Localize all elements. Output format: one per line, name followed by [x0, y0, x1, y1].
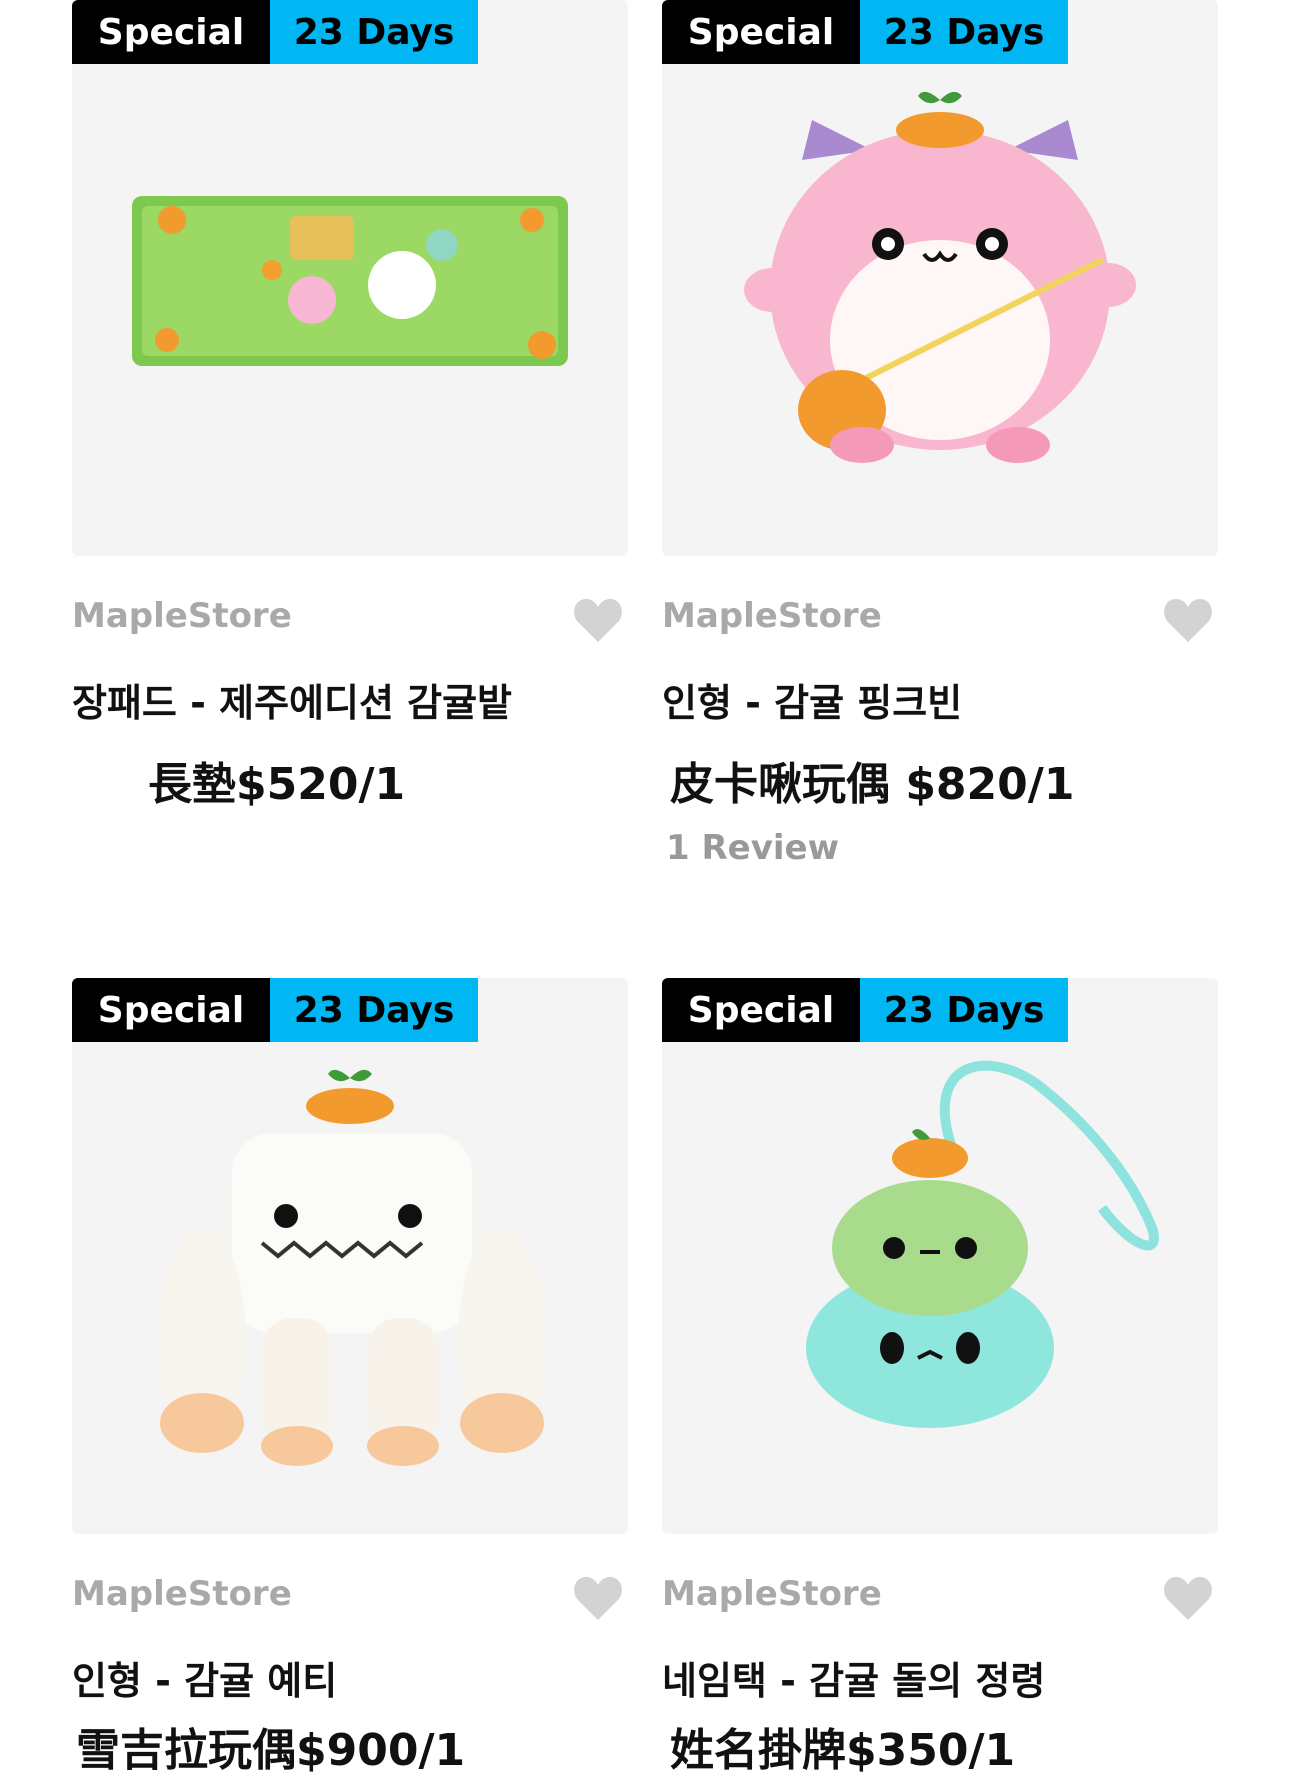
product-image[interactable]: Special 23 Days: [662, 0, 1218, 556]
heart-icon[interactable]: [1162, 1574, 1214, 1622]
days-left-label: 23 Days: [270, 0, 478, 64]
product-title[interactable]: 인형 - 감귤 예티: [72, 1650, 337, 1705]
product-image[interactable]: Special 23 Days: [662, 978, 1218, 1534]
days-left-label: 23 Days: [860, 978, 1068, 1042]
product-title[interactable]: 장패드 - 제주에디션 감귤밭: [72, 672, 512, 727]
product-price: 長墊$520/1: [148, 759, 406, 810]
yeti-plush-icon: [158, 1069, 546, 1466]
heart-icon[interactable]: [1162, 596, 1214, 644]
product-title[interactable]: 네임택 - 감귤 돌의 정령: [662, 1650, 1045, 1705]
store-name: MapleStore: [662, 1574, 882, 1614]
store-name: MapleStore: [72, 1574, 292, 1614]
days-left-label: 23 Days: [270, 978, 478, 1042]
review-count[interactable]: 1 Review: [666, 828, 839, 868]
product-price: 皮卡啾玩偶 $820/1: [670, 759, 1075, 810]
product-title[interactable]: 인형 - 감귤 핑크빈: [662, 672, 962, 727]
heart-icon[interactable]: [572, 1574, 624, 1622]
heart-icon[interactable]: [572, 596, 624, 644]
name-tag-icon: [806, 1060, 1159, 1428]
product-image[interactable]: Special 23 Days: [72, 978, 628, 1534]
promo-badge: Special 23 Days: [72, 0, 478, 64]
special-label: Special: [72, 978, 270, 1042]
special-label: Special: [662, 978, 860, 1042]
desk-mat-icon: [132, 196, 568, 366]
special-label: Special: [72, 0, 270, 64]
store-name: MapleStore: [662, 596, 882, 636]
special-label: Special: [662, 0, 860, 64]
promo-badge: Special 23 Days: [662, 978, 1068, 1042]
product-price: 雪吉拉玩偶$900/1: [76, 1725, 466, 1776]
days-left-label: 23 Days: [860, 0, 1068, 64]
product-image[interactable]: Special 23 Days: [72, 0, 628, 556]
promo-badge: Special 23 Days: [662, 0, 1068, 64]
product-price: 姓名掛牌$350/1: [670, 1725, 1016, 1776]
pink-bean-plush-icon: [744, 91, 1136, 463]
store-name: MapleStore: [72, 596, 292, 636]
promo-badge: Special 23 Days: [72, 978, 478, 1042]
